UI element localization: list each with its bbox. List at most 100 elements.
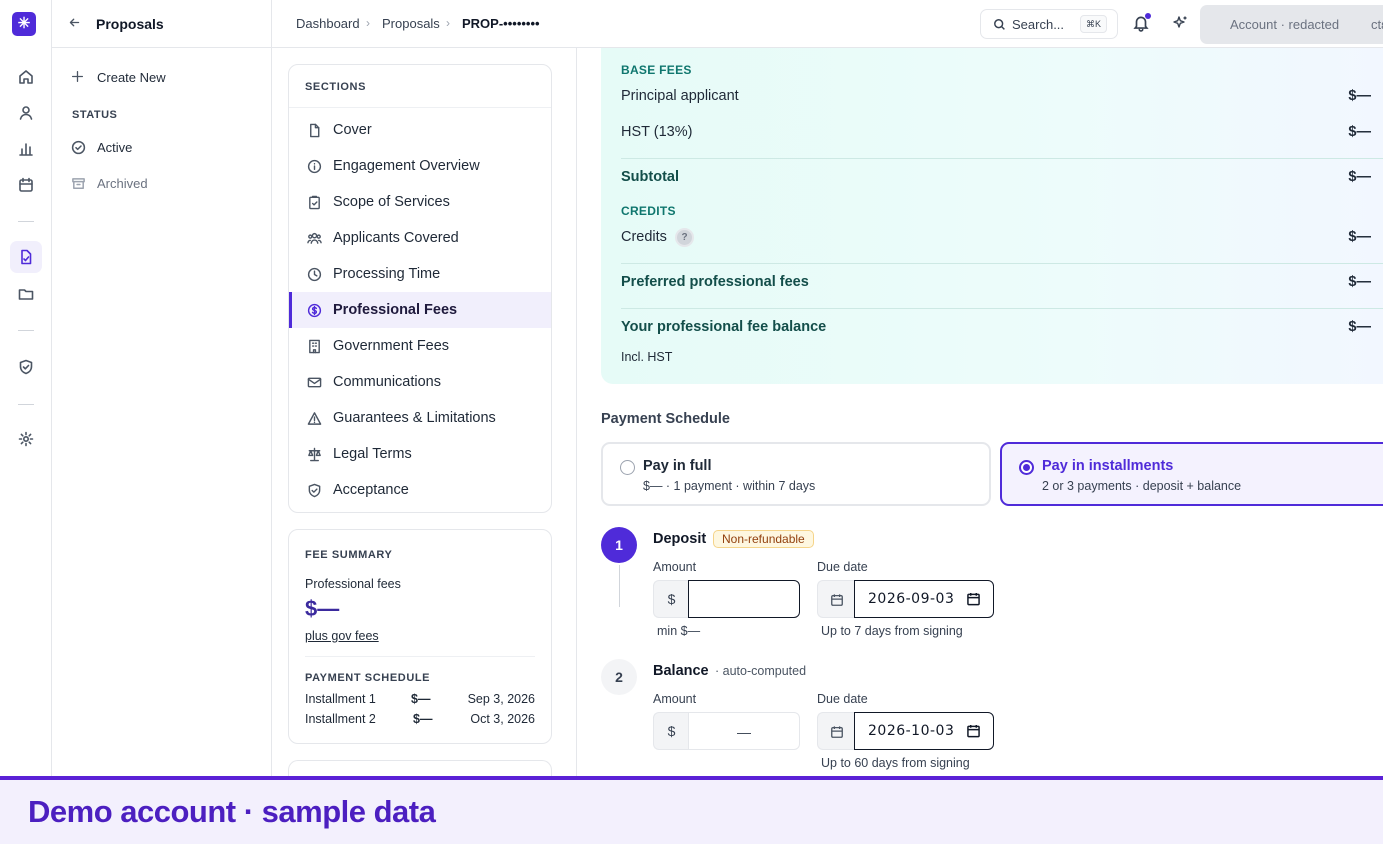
- account-menu[interactable]: Account · redacted ctε: [1200, 5, 1383, 44]
- status-heading: STATUS: [72, 109, 118, 121]
- breadcrumb-current: PROP-••••••••: [462, 16, 540, 31]
- section-item-cover[interactable]: Cover: [289, 112, 551, 148]
- plus-icon: [71, 70, 84, 88]
- subtotal-value: $—: [1348, 169, 1371, 185]
- plus-gov-fees-link[interactable]: plus gov fees: [305, 629, 379, 643]
- deposit-amount-input[interactable]: [688, 580, 800, 618]
- base-fees-heading: BASE FEES: [621, 63, 692, 77]
- credits-label: Credits: [621, 229, 667, 245]
- proposal-document-icon[interactable]: [10, 241, 42, 273]
- demo-banner: Demo account · sample data: [0, 776, 1383, 844]
- currency-prefix: $: [653, 580, 689, 618]
- fee-balance-label: Your professional fee balance: [621, 319, 827, 335]
- section-item-label: Acceptance: [333, 482, 409, 498]
- section-item-applicants-covered[interactable]: Applicants Covered: [289, 220, 551, 256]
- rail-divider: [18, 404, 34, 405]
- pay-in-installments-option[interactable]: Pay in installments 2 or 3 payments · de…: [1000, 442, 1383, 506]
- user-icon[interactable]: [16, 103, 36, 123]
- document-icon: [310, 123, 320, 137]
- building-icon: [309, 339, 320, 353]
- folder-icon[interactable]: [16, 284, 36, 304]
- status-item-active[interactable]: Active: [68, 137, 258, 159]
- section-item-label: Engagement Overview: [333, 158, 480, 174]
- professional-fees-value: $—: [305, 596, 340, 621]
- calendar-icon: [817, 712, 855, 750]
- section-item-guarantees-limitations[interactable]: Guarantees & Limitations: [289, 400, 551, 436]
- rail-divider: [18, 221, 34, 222]
- deposit-title: Deposit: [653, 531, 707, 547]
- preferred-fees-label: Preferred professional fees: [621, 274, 809, 290]
- sections-panel: SECTIONS Cover Engagement Overview Scope…: [288, 64, 552, 513]
- breadcrumb-dashboard[interactable]: Dashboard: [296, 16, 360, 31]
- balance-amount-readonly: —: [688, 712, 800, 750]
- section-item-label: Applicants Covered: [333, 230, 459, 246]
- account-label: Account · redacted: [1230, 17, 1340, 32]
- step-number: 1: [601, 527, 637, 563]
- rail-divider: [18, 330, 34, 331]
- hst-value: $—: [1348, 124, 1371, 140]
- breadcrumb-chevron-icon: ›: [366, 16, 370, 30]
- search-placeholder: Search...: [1012, 17, 1065, 32]
- breadcrumb-proposals[interactable]: Proposals: [382, 16, 440, 31]
- principal-applicant-label: Principal applicant: [621, 88, 739, 104]
- scale-icon: [308, 447, 321, 461]
- section-item-professional-fees[interactable]: Professional Fees: [289, 292, 551, 328]
- calendar-picker-icon[interactable]: [967, 724, 980, 738]
- installment-row: Installment 2 $— Oct 3, 2026: [305, 712, 535, 730]
- home-icon[interactable]: [16, 67, 36, 87]
- fees-breakdown-card: BASE FEES Principal applicant $— HST (13…: [601, 48, 1383, 384]
- calendar-icon[interactable]: [16, 175, 36, 195]
- status-item-archived[interactable]: Archived: [68, 173, 258, 195]
- bar-chart-icon[interactable]: [16, 139, 36, 159]
- pay-in-full-option[interactable]: Pay in full $— · 1 payment · within 7 da…: [601, 442, 991, 506]
- fee-summary-heading: FEE SUMMARY: [305, 549, 393, 561]
- warning-icon: [307, 411, 322, 425]
- check-circle-icon: [71, 140, 86, 160]
- section-item-label: Legal Terms: [333, 446, 412, 462]
- back-arrow-icon[interactable]: [68, 16, 81, 34]
- calendar-picker-icon[interactable]: [967, 592, 980, 606]
- section-item-engagement-overview[interactable]: Engagement Overview: [289, 148, 551, 184]
- divider: [305, 656, 535, 657]
- mail-icon: [307, 377, 322, 387]
- currency-prefix: $: [653, 712, 689, 750]
- principal-applicant-value: $—: [1348, 88, 1371, 104]
- bell-icon[interactable]: [1132, 13, 1152, 34]
- clock-icon: [307, 267, 322, 281]
- section-item-label: Guarantees & Limitations: [333, 410, 496, 426]
- section-item-scope-of-services[interactable]: Scope of Services: [289, 184, 551, 220]
- fee-summary-panel: FEE SUMMARY Professional fees $— plus go…: [288, 529, 552, 744]
- gear-icon[interactable]: [16, 429, 36, 449]
- section-item-government-fees[interactable]: Government Fees: [289, 328, 551, 364]
- search-button[interactable]: Search... ⌘K: [980, 9, 1118, 39]
- section-item-processing-time[interactable]: Processing Time: [289, 256, 551, 292]
- search-shortcut: ⌘K: [1079, 15, 1107, 33]
- balance-due-date-input[interactable]: 2026-10-03: [854, 712, 994, 750]
- section-item-label: Professional Fees: [333, 302, 458, 318]
- radio-checked[interactable]: [1019, 460, 1034, 475]
- credits-heading: CREDITS: [621, 204, 676, 218]
- create-new-label: Create New: [97, 70, 166, 85]
- section-item-acceptance[interactable]: Acceptance: [289, 472, 551, 508]
- section-item-communications[interactable]: Communications: [289, 364, 551, 400]
- section-item-label: Communications: [333, 374, 441, 390]
- app-logo-icon[interactable]: ✳: [12, 12, 36, 36]
- subtotal-label: Subtotal: [621, 169, 679, 185]
- due-date-hint: Up to 7 days from signing: [821, 624, 963, 638]
- installment-amount: $—: [411, 692, 431, 706]
- shield-check-icon[interactable]: [16, 357, 36, 377]
- auto-computed-note: · auto-computed: [715, 664, 807, 678]
- top-bar: Dashboard › Proposals › PROP-•••••••• Se…: [272, 0, 1383, 48]
- hst-label: HST (13%): [621, 124, 693, 140]
- option-title: Pay in installments: [1042, 458, 1174, 474]
- proposals-sidebar: Proposals Create New STATUS Active Archi…: [52, 0, 272, 776]
- help-question-icon[interactable]: ?: [675, 228, 694, 247]
- section-item-legal-terms[interactable]: Legal Terms: [289, 436, 551, 472]
- create-new-button[interactable]: Create New: [68, 66, 258, 88]
- deposit-due-date-input[interactable]: 2026-09-03: [854, 580, 994, 618]
- calendar-icon: [817, 580, 855, 618]
- due-date-label: Due date: [817, 692, 868, 706]
- min-amount-hint: min $—: [657, 624, 701, 638]
- radio-unchecked[interactable]: [620, 460, 635, 475]
- sparkle-ai-icon[interactable]: [1172, 15, 1190, 33]
